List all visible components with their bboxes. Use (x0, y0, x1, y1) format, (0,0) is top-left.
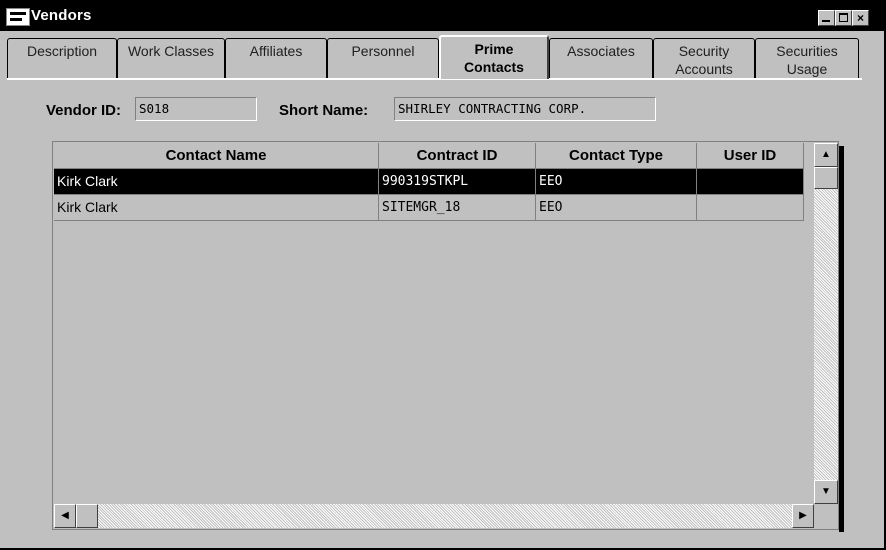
arrow-up-icon: ▲ (821, 149, 831, 160)
tab-personnel[interactable]: Personnel (327, 38, 439, 78)
tab-affiliates[interactable]: Affiliates (225, 38, 327, 78)
scroll-up-button[interactable]: ▲ (814, 143, 838, 167)
vendors-window: Vendors × Description Work Classes Affil… (0, 0, 886, 550)
close-icon: × (856, 11, 864, 25)
table-row[interactable]: Kirk Clark SITEMGR_18 EEO (54, 195, 804, 221)
table-row[interactable]: Kirk Clark 990319STKPL EEO (54, 169, 804, 195)
contacts-grid[interactable]: Contact Name Contract ID Contact Type Us… (54, 143, 814, 504)
tab-label: Securities (776, 43, 838, 59)
vertical-scroll-thumb[interactable] (814, 167, 838, 189)
vendors-app-icon (6, 8, 30, 26)
tab-label: Prime (474, 41, 514, 57)
column-header-contact-type[interactable]: Contact Type (536, 143, 697, 169)
arrow-right-icon: ▶ (799, 510, 807, 521)
cell-contact-name[interactable]: Kirk Clark (54, 195, 379, 221)
tab-prime-contacts[interactable]: Prime Contacts (439, 35, 549, 79)
cell-contact-type[interactable]: EEO (536, 195, 697, 221)
cell-contact-name[interactable]: Kirk Clark (54, 169, 379, 195)
window-title: Vendors (31, 7, 92, 24)
horizontal-scroll-thumb[interactable] (76, 504, 98, 528)
column-header-contract-id[interactable]: Contract ID (379, 143, 536, 169)
tab-label: Affiliates (249, 43, 303, 59)
cell-contact-type[interactable]: EEO (536, 169, 697, 195)
tab-label: Security (678, 43, 730, 59)
tab-security-accounts[interactable]: Security Accounts (653, 38, 755, 78)
column-header-user-id[interactable]: User ID (697, 143, 804, 169)
tab-label-line2: Usage (786, 61, 828, 77)
cell-contract-id[interactable]: 990319STKPL (379, 169, 536, 195)
cell-contract-id[interactable]: SITEMGR_18 (379, 195, 536, 221)
cell-user-id[interactable] (697, 169, 804, 195)
tab-label: Work Classes (127, 43, 215, 59)
vertical-scrollbar[interactable]: ▲ ▼ (814, 143, 838, 504)
column-header-contact-name[interactable]: Contact Name (54, 143, 379, 169)
tab-securities-usage[interactable]: Securities Usage (755, 38, 859, 78)
tab-label: Associates (567, 43, 635, 59)
tab-work-classes[interactable]: Work Classes (117, 38, 225, 78)
tab-label: Description (26, 43, 98, 59)
arrow-left-icon: ◀ (61, 510, 69, 521)
close-button[interactable]: × (852, 10, 869, 26)
minimize-button[interactable] (818, 10, 835, 26)
vendor-id-label: Vendor ID: (46, 102, 122, 119)
minimize-icon (822, 20, 830, 22)
tab-associates[interactable]: Associates (549, 38, 653, 78)
vendor-id-field[interactable]: S018 (135, 97, 257, 121)
scroll-right-button[interactable]: ▶ (792, 504, 814, 528)
short-name-field[interactable]: SHIRLEY CONTRACTING CORP. (394, 97, 656, 121)
arrow-down-icon: ▼ (821, 486, 831, 497)
scroll-corner (814, 504, 838, 528)
tab-label: Personnel (351, 43, 415, 59)
scroll-down-button[interactable]: ▼ (814, 480, 838, 504)
horizontal-scrollbar[interactable]: ◀ ▶ (54, 504, 814, 528)
short-name-label: Short Name: (279, 102, 369, 119)
tab-label-line2: Accounts (675, 61, 733, 77)
maximize-icon (839, 13, 848, 22)
maximize-button[interactable] (835, 10, 852, 26)
tab-label-line2: Contacts (464, 59, 524, 75)
scroll-left-button[interactable]: ◀ (54, 504, 76, 528)
tab-strip: Description Work Classes Affiliates Pers… (7, 35, 862, 80)
cell-user-id[interactable] (697, 195, 804, 221)
title-bar[interactable]: Vendors × (0, 0, 884, 31)
tab-description[interactable]: Description (7, 38, 117, 78)
